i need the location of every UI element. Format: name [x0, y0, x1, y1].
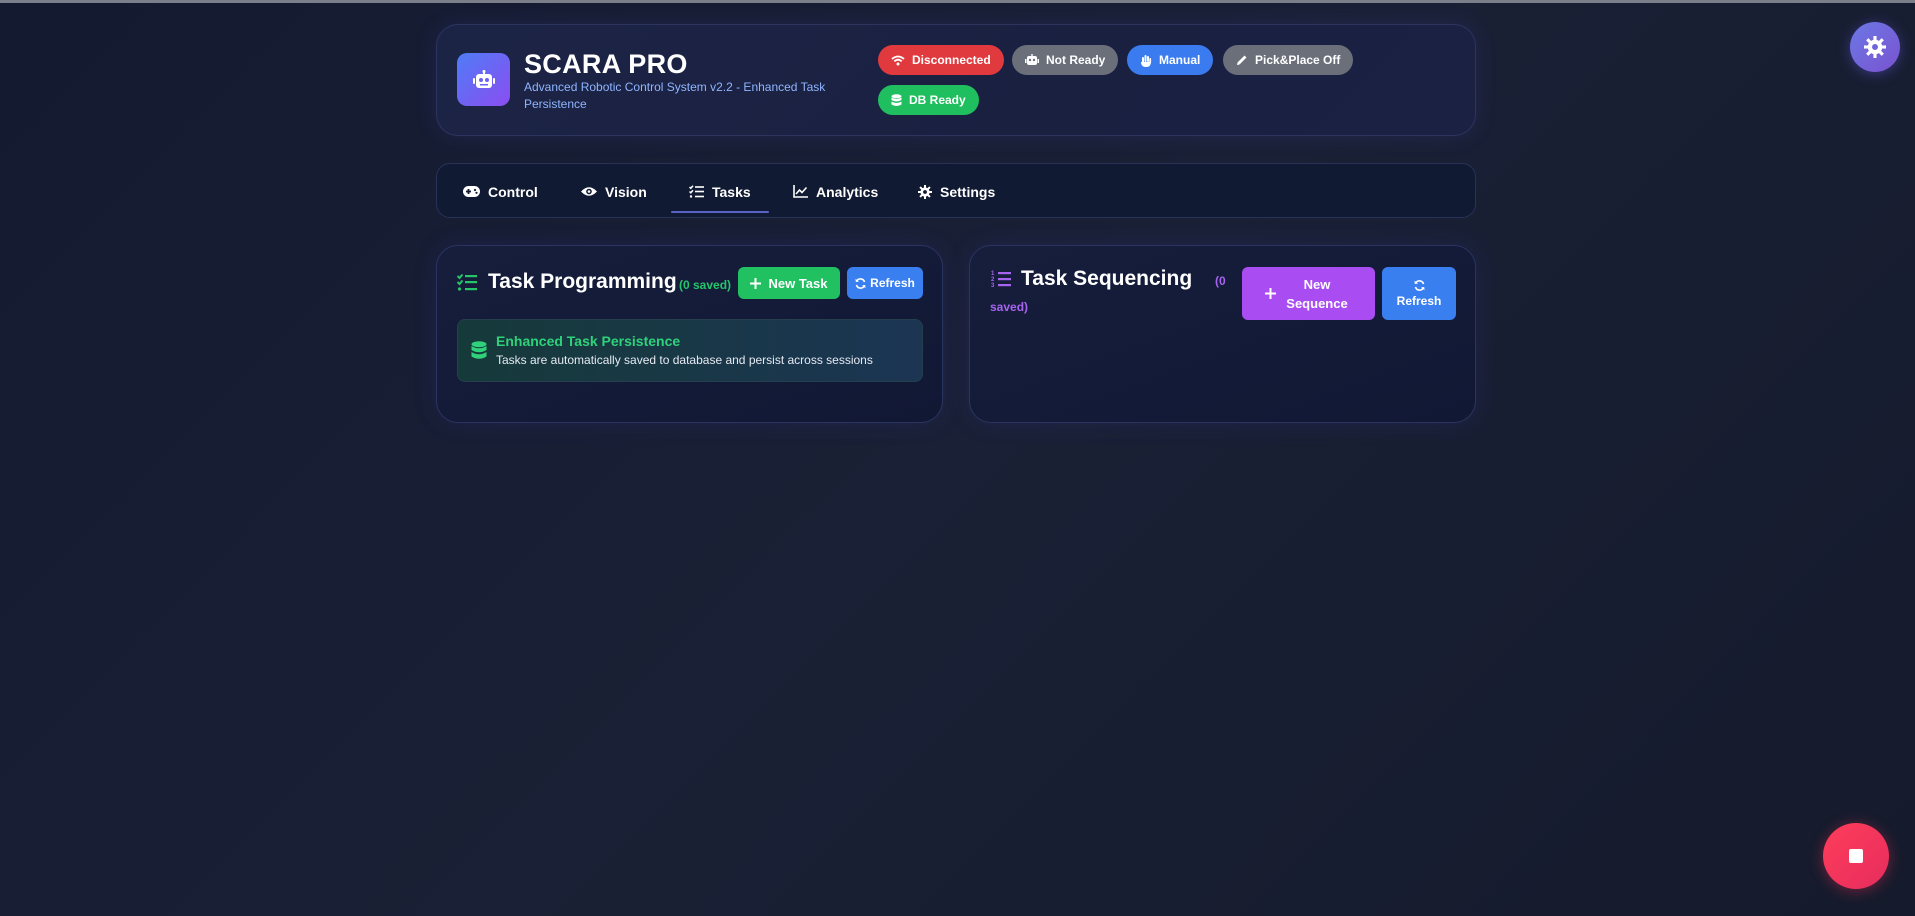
db-status-badge: DB Ready: [878, 85, 979, 115]
window-top-border: [0, 0, 1915, 3]
persistence-info-text: Tasks are automatically saved to databas…: [496, 353, 873, 367]
eye-icon: [581, 187, 597, 196]
new-sequence-label: New Sequence: [1286, 276, 1348, 311]
task-programming-panel: Task Programming (0 saved) New Task Refr…: [436, 245, 943, 423]
ready-status-label: Not Ready: [1046, 53, 1106, 67]
tab-settings-label: Settings: [940, 183, 996, 200]
robot-icon: [1025, 54, 1039, 65]
hand-icon: [1141, 54, 1152, 67]
app-header: SCARA PRO Advanced Robotic Control Syste…: [436, 24, 1476, 136]
emergency-stop-button[interactable]: [1823, 823, 1889, 889]
new-task-label: New Task: [768, 275, 828, 291]
connection-status-label: Disconnected: [912, 53, 991, 67]
pickplace-label: Pick&Place Off: [1255, 53, 1341, 67]
db-status-label: DB Ready: [909, 93, 966, 107]
gamepad-icon: [463, 186, 480, 197]
gear-icon: [1864, 36, 1886, 58]
mode-badge: Manual: [1127, 45, 1214, 75]
sync-icon: [1414, 279, 1424, 291]
task-sequencing-panel: 1 2 3 Task Sequencing (0 saved) New Sequ…: [969, 245, 1476, 423]
pencil-icon: [1237, 55, 1247, 65]
tab-control-label: Control: [488, 183, 538, 200]
plus-icon: [750, 277, 762, 289]
tab-analytics-label: Analytics: [816, 183, 879, 200]
persistence-info-title: Enhanced Task Persistence: [496, 333, 681, 349]
chart-line-icon: [793, 185, 808, 198]
tab-tasks[interactable]: Tasks: [671, 164, 769, 219]
connection-status-badge: Disconnected: [878, 45, 1004, 75]
mode-label: Manual: [1159, 53, 1201, 67]
app-subtitle: Advanced Robotic Control System v2.2 - E…: [524, 80, 826, 111]
app-title: SCARA PRO: [524, 49, 688, 79]
sync-icon: [855, 277, 866, 289]
gear-icon: [918, 184, 932, 199]
pickplace-badge: Pick&Place Off: [1223, 45, 1354, 75]
ready-status-badge: Not Ready: [1012, 45, 1119, 75]
app-logo: [457, 53, 510, 106]
persistence-info-box: Enhanced Task Persistence Tasks are auto…: [457, 319, 923, 382]
refresh-tasks-button[interactable]: Refresh: [847, 267, 923, 299]
refresh-sequences-label: Refresh: [1396, 293, 1442, 308]
tab-settings[interactable]: Settings: [918, 164, 995, 219]
tab-control[interactable]: Control: [463, 164, 538, 219]
refresh-sequences-button[interactable]: Refresh: [1382, 267, 1456, 320]
tab-vision-label: Vision: [605, 183, 647, 200]
new-sequence-button[interactable]: New Sequence: [1242, 267, 1375, 320]
database-icon: [891, 93, 902, 106]
stop-icon: [1849, 849, 1863, 863]
new-task-button[interactable]: New Task: [738, 267, 840, 299]
task-programming-title: Task Programming: [488, 270, 677, 293]
task-programming-saved-count: (0 saved): [679, 278, 732, 292]
tab-vision[interactable]: Vision: [581, 164, 647, 219]
settings-fab-button[interactable]: [1850, 22, 1900, 72]
database-icon: [471, 341, 487, 359]
robot-icon: [472, 69, 495, 88]
task-sequencing-saved-count: (0 saved): [990, 274, 1226, 314]
tasks-icon: [689, 185, 704, 198]
tab-analytics[interactable]: Analytics: [793, 164, 878, 219]
refresh-tasks-label: Refresh: [870, 276, 915, 290]
tab-tasks-label: Tasks: [712, 183, 751, 200]
tasks-icon: [457, 273, 477, 291]
active-tab-indicator: [671, 211, 769, 213]
plus-icon: [1265, 288, 1276, 299]
wifi-icon: [891, 55, 905, 65]
main-nav: Control Vision Tasks Analytics Settings: [436, 163, 1476, 218]
